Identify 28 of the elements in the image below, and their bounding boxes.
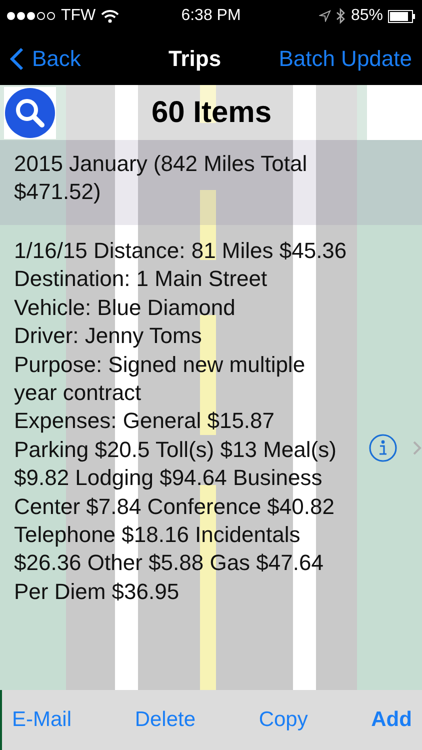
status-time: 6:38 PM [181,7,241,25]
wifi-icon [100,10,119,22]
toolbar-button[interactable]: Delete [134,708,196,732]
item-count: 60 Items [150,96,273,130]
trip-detail: Expenses: General $15.87 Parking $20.5 Toll(s) $13 Meal(s) $9.82 Lodging $94.64 Business Center $7.84 Conference $40.82 Telephone $18.16 Incidentals $26.36 Other $5.88 Gas $47.64 Per Diem $36.95 [14,407,338,606]
battery-icon [388,10,416,22]
trip-detail: Vehicle: Blue Diamond [14,294,236,322]
back-chevron-icon [10,46,24,70]
search-icon[interactable] [4,86,56,138]
trip-detail: Driver: Jenny Toms [14,322,203,350]
trip-detail: 1/16/15 Distance: 81 Miles $45.36 [14,237,348,265]
signal-icon [6,11,56,21]
location-icon [318,10,331,22]
bluetooth-icon [336,8,346,24]
trip-detail: Destination: 1 Main Street [14,265,268,294]
battery-percent: 85% [350,7,383,25]
toolbar-button[interactable]: Add [371,708,412,732]
toolbar-button[interactable]: E-Mail [12,708,72,732]
section-title: 2015 January (842 Miles Total $471.52) [14,150,308,206]
back-button[interactable]: Back [10,46,81,72]
carrier-name: TFW [61,7,96,25]
chevron-icon [412,440,422,456]
blank-tile [367,85,422,140]
info-icon[interactable] [368,433,398,463]
screen-title: Trips [168,46,222,72]
toolbar-button[interactable]: Copy [258,708,308,732]
trip-detail: Purpose: Signed new multiple year contract [14,350,306,408]
batch-update-button[interactable]: Batch Update [278,46,412,72]
